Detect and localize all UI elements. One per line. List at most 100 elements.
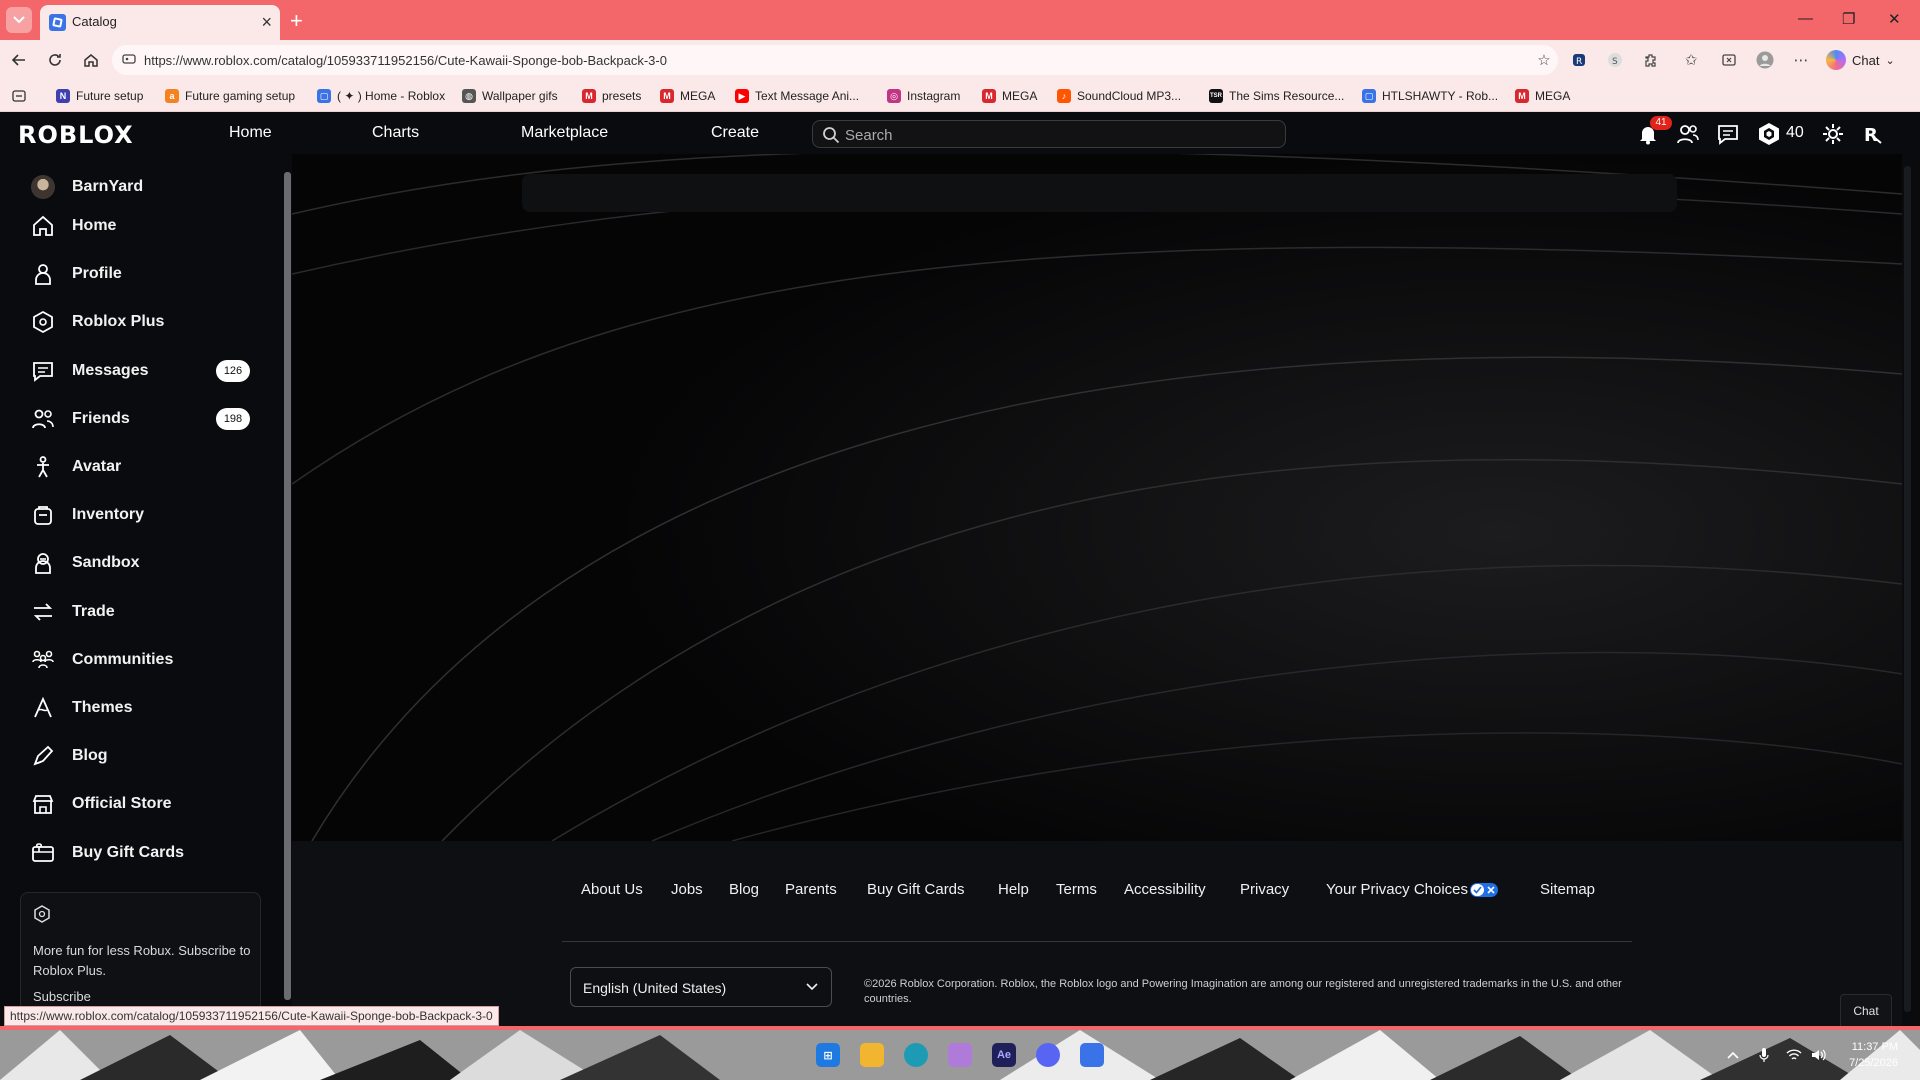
footer-link-sitemap[interactable]: Sitemap: [1540, 881, 1595, 898]
friends-header-icon[interactable]: [1675, 121, 1701, 147]
sidebar-item-home[interactable]: Home: [30, 207, 260, 245]
sidebar-item-sandbox[interactable]: Sandbox: [30, 544, 260, 582]
edge-icon[interactable]: [904, 1043, 928, 1067]
sidebar-item-blog[interactable]: Blog: [30, 737, 260, 775]
favorites-icon[interactable]: ✩: [1680, 49, 1702, 71]
sidebar-item-label: Official Store: [72, 795, 172, 813]
roblox-logo[interactable]: ROBLOX: [18, 121, 134, 149]
nav-home[interactable]: Home: [229, 124, 272, 142]
bookmark-item[interactable]: ♪ SoundCloud MP3...: [1057, 87, 1181, 105]
subscribe-link[interactable]: Subscribe: [33, 989, 91, 1004]
store-icon: [30, 791, 56, 817]
roblox-taskbar-icon[interactable]: [1080, 1043, 1104, 1067]
restore-button[interactable]: ❐: [1842, 10, 1855, 28]
bookmark-item[interactable]: M MEGA: [982, 87, 1037, 105]
back-button[interactable]: [8, 49, 30, 71]
nav-create[interactable]: Create: [711, 124, 759, 142]
volume-icon[interactable]: [1810, 1046, 1828, 1064]
sidebar-scrollbar-thumb[interactable]: [284, 172, 291, 1000]
nav-charts[interactable]: Charts: [372, 124, 419, 142]
search-input[interactable]: Search: [812, 120, 1286, 148]
new-tab-button[interactable]: +: [290, 8, 303, 34]
s-extension-icon[interactable]: S: [1604, 49, 1626, 71]
sidebar-item-buy-gift-cards[interactable]: Buy Gift Cards: [30, 834, 260, 872]
footer-link-privacy[interactable]: Privacy: [1240, 881, 1289, 898]
extensions-icon[interactable]: [1640, 49, 1662, 71]
svg-text:R: R: [1576, 57, 1582, 67]
profile-avatar-icon[interactable]: [1754, 49, 1776, 71]
language-select[interactable]: English (United States): [570, 967, 832, 1007]
robux-balance[interactable]: 40: [1786, 124, 1804, 142]
page-scrollbar-thumb[interactable]: [1904, 166, 1911, 1012]
bookmark-item[interactable]: ▶ Text Message Ani...: [735, 87, 859, 105]
bookmark-item[interactable]: Mpresets: [582, 87, 641, 105]
collections-icon[interactable]: [1718, 49, 1740, 71]
sidebar-item-label: Trade: [72, 602, 115, 620]
windows-start-icon[interactable]: ⊞: [816, 1043, 840, 1067]
mega-icon: M: [582, 89, 596, 103]
sidebar-item-trade[interactable]: Trade: [30, 593, 260, 631]
url-field[interactable]: https://www.roblox.com/catalog/105933711…: [112, 45, 1558, 75]
footer-link-label: Accessibility: [1124, 881, 1206, 898]
tray-overflow-chevron-icon[interactable]: [1724, 1046, 1742, 1064]
footer-link-accessibility[interactable]: Accessibility: [1124, 881, 1206, 898]
discord-icon[interactable]: [1036, 1043, 1060, 1067]
footer-link-blog[interactable]: Blog: [729, 881, 759, 898]
sidebar-item-friends[interactable]: Friends 198: [30, 400, 260, 438]
roblox-extension-icon[interactable]: R: [1568, 49, 1590, 71]
sidebar-item-profile[interactable]: Profile: [30, 255, 260, 293]
sidebar-item-label: Themes: [72, 699, 133, 716]
file-explorer-icon[interactable]: [860, 1043, 884, 1067]
wifi-icon[interactable]: [1785, 1046, 1803, 1064]
mega-icon: M: [1515, 89, 1529, 103]
sidebar-item-inventory[interactable]: Inventory: [30, 496, 260, 534]
footer-link-jobs[interactable]: Jobs: [671, 881, 703, 898]
site-info-icon[interactable]: [122, 52, 136, 66]
footer-link-about-us[interactable]: About Us: [581, 881, 643, 898]
browser-tab-active[interactable]: Catalog ×: [40, 5, 280, 40]
bookmark-item[interactable]: ▢ HTLSHAWTY - Rob...: [1362, 87, 1498, 105]
bookmark-item[interactable]: N Future setup: [56, 87, 143, 105]
app-icon[interactable]: [948, 1043, 972, 1067]
robux-icon[interactable]: [1756, 121, 1782, 147]
nav-marketplace[interactable]: Marketplace: [521, 124, 608, 142]
copilot-chat-button[interactable]: Chat ⌄: [1826, 48, 1895, 72]
bookmark-item[interactable]: ◍ Wallpaper gifs: [462, 87, 558, 105]
system-clock[interactable]: 11:37 PM 7/25/2026: [1849, 1039, 1898, 1071]
more-options-icon[interactable]: ⋯: [1790, 49, 1812, 71]
footer-link-terms[interactable]: Terms: [1056, 881, 1097, 898]
footer-link-your-privacy-choices[interactable]: Your Privacy Choices: [1326, 881, 1499, 898]
refresh-button[interactable]: [44, 49, 66, 71]
chat-header-icon[interactable]: [1715, 121, 1741, 147]
bookmark-item[interactable]: M MEGA: [1515, 87, 1570, 105]
favorite-star-icon[interactable]: ☆: [1533, 49, 1555, 71]
home-button[interactable]: [80, 49, 102, 71]
bookmark-item[interactable]: TSR The Sims Resource...: [1209, 87, 1344, 105]
tab-close-icon[interactable]: ×: [261, 12, 272, 33]
sidebar-item-messages[interactable]: Messages 126: [30, 352, 260, 390]
minimize-button[interactable]: —: [1798, 10, 1813, 27]
bookmark-item[interactable]: a Future gaming setup: [165, 87, 295, 105]
settings-gear-icon[interactable]: [1820, 121, 1846, 147]
sidebar-item-roblox-plus[interactable]: Roblox Plus: [30, 303, 260, 341]
home-icon: [30, 213, 56, 239]
bookmark-item[interactable]: ▢ ( ✦ ) Home - Roblox: [317, 87, 445, 105]
footer-link-parents[interactable]: Parents: [785, 881, 837, 898]
sidebar-item-themes[interactable]: Themes: [30, 689, 260, 727]
reading-list-icon[interactable]: [12, 87, 26, 105]
sidebar-item-username[interactable]: BarnYard: [30, 168, 260, 206]
sidebar-item-official-store[interactable]: Official Store: [30, 785, 260, 823]
bookmark-item[interactable]: ◎ Instagram: [887, 87, 960, 105]
bookmark-item[interactable]: M MEGA: [660, 87, 715, 105]
footer-link-help[interactable]: Help: [998, 881, 1029, 898]
after-effects-icon[interactable]: Ae: [992, 1043, 1016, 1067]
sidebar-item-avatar[interactable]: Avatar: [30, 448, 260, 486]
roblox-r-extension-icon[interactable]: R: [1860, 121, 1886, 147]
tab-actions-menu-button[interactable]: [6, 7, 32, 33]
footer-link-buy-gift-cards[interactable]: Buy Gift Cards: [867, 881, 965, 898]
chat-widget-tab[interactable]: Chat: [1840, 994, 1892, 1026]
microphone-icon[interactable]: [1755, 1046, 1773, 1064]
close-window-button[interactable]: ✕: [1888, 10, 1901, 28]
footer-link-label: Parents: [785, 881, 837, 898]
sidebar-item-communities[interactable]: Communities: [30, 641, 260, 679]
